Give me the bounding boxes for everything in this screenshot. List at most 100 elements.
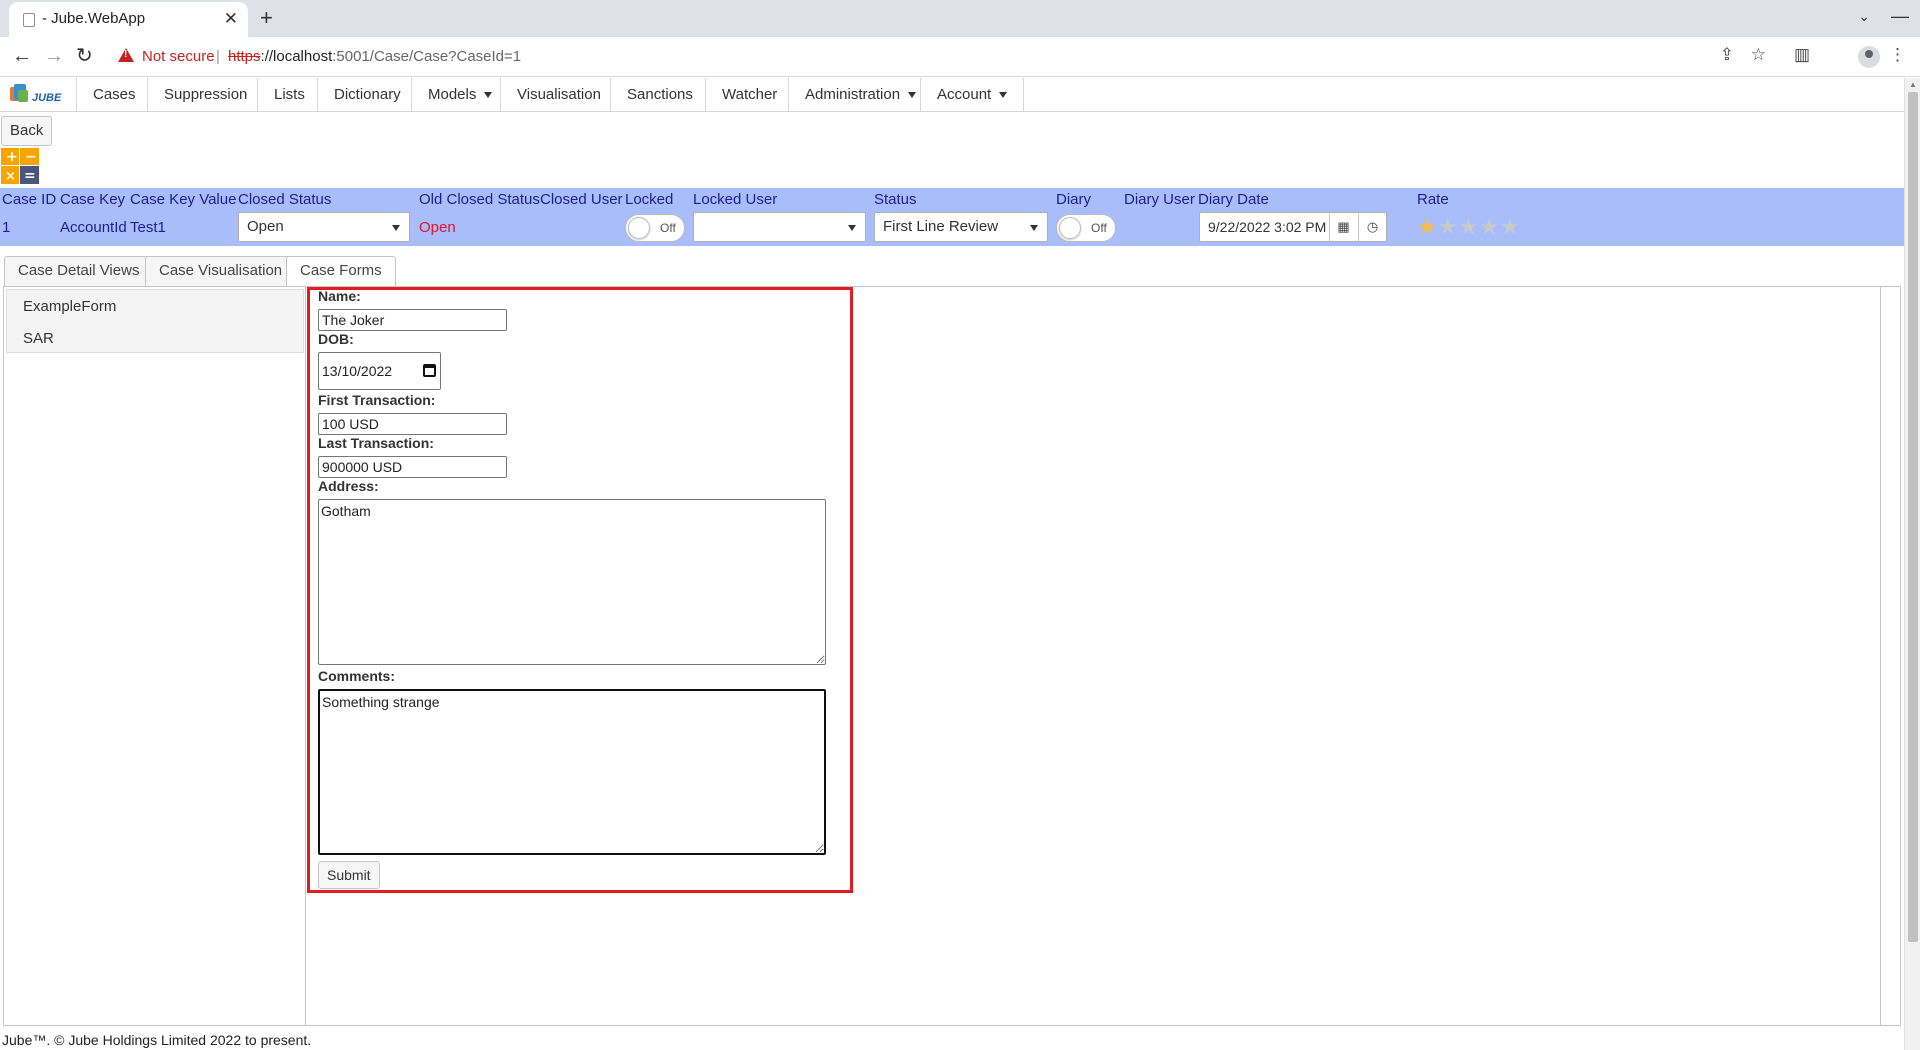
profile-avatar-icon[interactable] xyxy=(1858,46,1880,68)
menu-visualisation[interactable]: Visualisation xyxy=(500,78,617,112)
back-button[interactable]: Back xyxy=(1,116,53,146)
closed-status-select[interactable]: Open xyxy=(238,212,410,242)
rating-star-icon[interactable]: ★ xyxy=(1458,214,1479,239)
diary-date-picker[interactable]: 9/22/2022 3:02 PM ▦ ◷ xyxy=(1199,212,1387,242)
header-case-id: Case ID xyxy=(2,191,57,208)
page-scrollbar[interactable]: ▲ xyxy=(1904,78,1920,1050)
url-host: ://localhost xyxy=(260,48,333,65)
header-diary-date: Diary Date xyxy=(1198,191,1269,208)
side-panel-icon[interactable]: ▥ xyxy=(1794,45,1810,65)
chevron-down-icon xyxy=(848,225,856,231)
calendar-icon[interactable] xyxy=(423,364,436,377)
menu-watcher-label: Watcher xyxy=(722,86,778,103)
case-key-value: AccountId xyxy=(60,219,127,236)
not-secure-label[interactable]: Not secure xyxy=(142,48,215,65)
case-id-value: 1 xyxy=(2,219,11,236)
kebab-menu-icon[interactable]: ⋮ xyxy=(1889,45,1906,65)
menu-models[interactable]: Models xyxy=(411,78,508,112)
form-item-exampleform[interactable]: ExampleForm xyxy=(23,298,116,315)
menu-lists[interactable]: Lists xyxy=(257,78,321,112)
share-icon[interactable]: ⇪ xyxy=(1720,45,1734,65)
tab-case-detail-views[interactable]: Case Detail Views xyxy=(4,256,154,286)
url-path: :5001/Case/Case?CaseId=1 xyxy=(332,48,522,65)
menu-administration-caret-icon xyxy=(908,92,917,99)
clock-icon[interactable]: ◷ xyxy=(1358,213,1386,241)
page-favicon-icon xyxy=(23,13,35,27)
browser-tab[interactable]: - Jube.WebApp ✕ xyxy=(9,2,248,37)
scrollbar-thumb[interactable] xyxy=(1908,92,1918,942)
forward-arrow-icon[interactable]: → xyxy=(44,45,64,67)
old-closed-status-value: Open xyxy=(419,219,456,236)
back-arrow-icon[interactable]: ← xyxy=(12,45,32,67)
url-text[interactable]: https://localhost:5001/Case/Case?CaseId=… xyxy=(228,48,521,65)
menu-account-caret-icon xyxy=(999,92,1008,99)
menu-dictionary[interactable]: Dictionary xyxy=(317,78,417,112)
comments-textarea[interactable]: Something strange xyxy=(318,689,826,855)
scroll-up-icon[interactable]: ▲ xyxy=(1909,80,1917,89)
rating-star-icon[interactable]: ★ xyxy=(1417,214,1438,239)
header-locked: Locked xyxy=(625,191,674,208)
menu-cases[interactable]: Cases xyxy=(76,78,152,112)
name-label: Name: xyxy=(318,288,361,304)
menu-cases-label: Cases xyxy=(93,86,136,103)
tab-case-visualisation-label: Case Visualisation xyxy=(159,262,283,279)
status-selected: First Line Review xyxy=(883,218,999,235)
svg-text:JUBE: JUBE xyxy=(32,92,62,104)
tab-case-detail-views-label: Case Detail Views xyxy=(18,262,140,279)
address-bar[interactable]: ! Not secure | https://localhost:5001/Ca… xyxy=(106,42,1806,72)
header-old-closed-status: Old Closed Status xyxy=(419,191,540,208)
minimize-window-icon[interactable]: — xyxy=(1880,6,1920,27)
address-textarea[interactable]: Gotham xyxy=(318,499,826,665)
header-case-key: Case Key xyxy=(60,191,126,208)
tab-case-forms[interactable]: Case Forms xyxy=(286,256,396,287)
rating-star-icon[interactable]: ★ xyxy=(1500,214,1521,239)
submit-button[interactable]: Submit xyxy=(318,861,380,889)
dob-label: DOB: xyxy=(318,331,354,347)
menu-watcher[interactable]: Watcher xyxy=(705,78,793,112)
address-label: Address: xyxy=(318,478,379,494)
form-item-sar[interactable]: SAR xyxy=(23,330,54,347)
svg-text:+: + xyxy=(6,149,18,165)
diary-toggle[interactable]: Off xyxy=(1056,214,1116,242)
header-case-key-value: Case Key Value xyxy=(130,191,237,208)
menu-administration[interactable]: Administration xyxy=(788,78,932,112)
toggle-knob xyxy=(1059,217,1081,239)
warning-icon-mark: ! xyxy=(124,49,128,60)
dob-date-input[interactable]: 13/10/2022 xyxy=(318,352,441,390)
forms-list: ExampleForm SAR xyxy=(4,287,306,1025)
first-transaction-input[interactable] xyxy=(318,413,507,435)
locked-toggle[interactable]: Off xyxy=(625,214,685,242)
close-tab-icon[interactable]: ✕ xyxy=(224,9,238,29)
menu-models-caret-icon xyxy=(484,92,493,99)
rating-star-icon[interactable]: ★ xyxy=(1479,214,1500,239)
case-header-bar: Case ID Case Key Case Key Value Closed S… xyxy=(0,188,1904,246)
header-status: Status xyxy=(874,191,917,208)
browser-tab-title: - Jube.WebApp xyxy=(42,10,146,27)
calendar-icon[interactable]: ▦ xyxy=(1329,213,1357,241)
menu-administration-label: Administration xyxy=(805,86,901,103)
header-closed-status: Closed Status xyxy=(238,191,332,208)
chevron-down-icon[interactable]: ⌄ xyxy=(1858,8,1870,25)
tab-case-visualisation[interactable]: Case Visualisation xyxy=(145,256,297,286)
last-transaction-input[interactable] xyxy=(318,456,507,478)
menu-suppression-label: Suppression xyxy=(164,86,248,103)
menu-suppression[interactable]: Suppression xyxy=(147,78,263,112)
app-viewport: JUBE Cases Suppression Lists Dictionary … xyxy=(0,78,1904,1050)
rating-stars[interactable]: ★★★★★ xyxy=(1417,216,1521,238)
header-diary: Diary xyxy=(1056,191,1092,208)
rating-star-icon[interactable]: ★ xyxy=(1438,214,1459,239)
name-input[interactable] xyxy=(318,309,507,331)
menu-account-label: Account xyxy=(937,86,992,103)
bookmark-star-icon[interactable]: ☆ xyxy=(1751,45,1766,65)
status-select[interactable]: First Line Review xyxy=(874,212,1048,242)
url-scheme: https xyxy=(228,48,261,65)
menu-lists-label: Lists xyxy=(274,86,305,103)
menu-account[interactable]: Account xyxy=(920,78,1025,112)
menu-sanctions[interactable]: Sanctions xyxy=(610,78,709,112)
locked-user-select[interactable] xyxy=(693,212,866,242)
reload-icon[interactable]: ↻ xyxy=(76,45,93,67)
new-tab-icon[interactable]: + xyxy=(260,6,273,30)
first-transaction-label: First Transaction: xyxy=(318,392,436,408)
calculator-icon[interactable]: + − × = xyxy=(1,148,39,184)
chevron-down-icon xyxy=(1030,225,1038,231)
